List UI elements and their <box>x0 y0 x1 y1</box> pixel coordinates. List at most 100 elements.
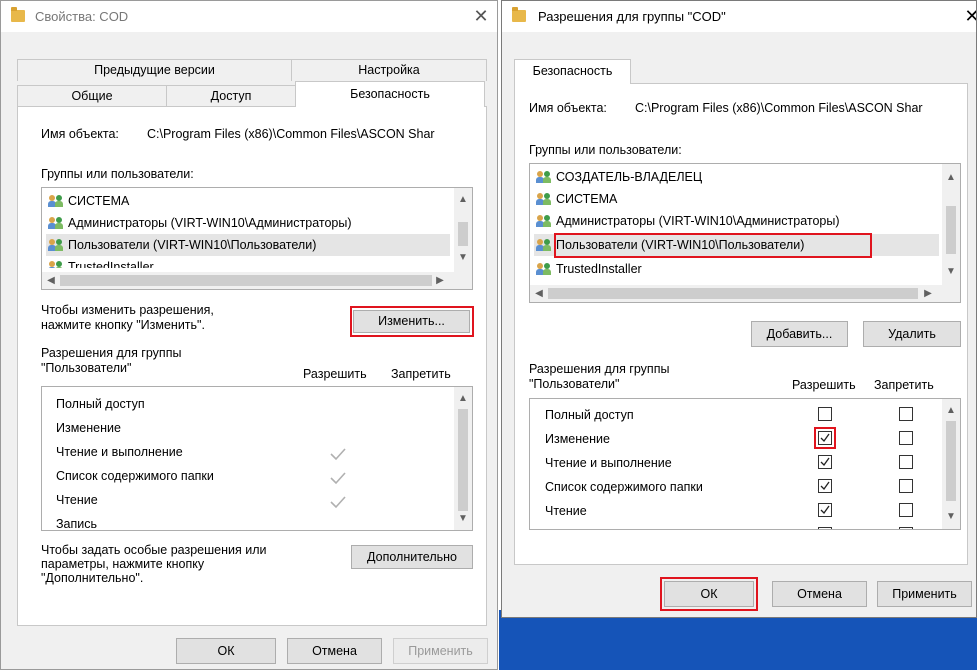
add-button[interactable]: Добавить... <box>751 321 848 347</box>
permission-name: Изменение <box>545 432 610 446</box>
users-icon <box>536 171 552 183</box>
permissions-group-label: "Пользователи" <box>41 361 132 375</box>
tab-security[interactable]: Безопасность <box>514 59 631 84</box>
allow-checkbox[interactable] <box>818 455 832 469</box>
tab-sharing[interactable]: Доступ <box>166 85 296 107</box>
deny-column-header: Запретить <box>874 378 934 392</box>
close-icon[interactable]: ✕ <box>467 5 495 27</box>
list-item[interactable]: Администраторы (VIRT-WIN10\Администратор… <box>534 210 843 232</box>
groups-listbox[interactable]: СИСТЕМА Администраторы (VIRT-WIN10\Админ… <box>41 187 473 290</box>
folder-icon <box>512 7 526 22</box>
list-item[interactable]: СИСТЕМА <box>534 188 620 210</box>
advanced-button[interactable]: Дополнительно <box>351 545 473 569</box>
users-icon <box>536 215 552 227</box>
window-title: Разрешения для группы "COD" <box>538 9 726 24</box>
allow-checkbox[interactable] <box>818 407 832 421</box>
scroll-thumb[interactable] <box>548 288 918 299</box>
deny-checkbox[interactable] <box>899 431 913 445</box>
deny-checkbox[interactable] <box>899 455 913 469</box>
groups-label: Группы или пользователи: <box>529 143 682 157</box>
highlight-box <box>814 427 836 449</box>
allow-column-header: Разрешить <box>792 378 856 392</box>
permission-name: Полный доступ <box>545 408 634 422</box>
scroll-thumb[interactable] <box>458 222 468 246</box>
scroll-thumb[interactable] <box>946 206 956 254</box>
list-item[interactable]: TrustedInstaller <box>534 258 645 280</box>
users-icon <box>536 263 552 275</box>
allow-checkbox[interactable] <box>818 503 832 517</box>
highlight-box <box>660 577 758 611</box>
title-bar[interactable]: Свойства: COD ✕ <box>1 1 497 32</box>
allow-checkbox[interactable] <box>818 527 832 529</box>
permission-name: Список содержимого папки <box>56 469 214 483</box>
apply-button[interactable]: Применить <box>877 581 972 607</box>
permissions-listbox: Полный доступ Изменение Чтение и выполне… <box>41 386 473 531</box>
scroll-down-icon[interactable]: ▼ <box>943 264 959 280</box>
scroll-right-icon[interactable]: ▶ <box>920 286 936 302</box>
users-icon <box>48 261 64 268</box>
vertical-scrollbar[interactable]: ▲ ▼ <box>454 188 472 272</box>
scroll-up-icon[interactable]: ▲ <box>943 403 959 419</box>
scroll-thumb[interactable] <box>458 409 468 511</box>
object-name-label: Имя объекта: <box>41 127 119 141</box>
vertical-scrollbar[interactable]: ▲ ▼ <box>942 164 960 285</box>
deny-checkbox[interactable] <box>899 407 913 421</box>
folder-icon <box>11 7 25 22</box>
checkmark-icon <box>820 457 830 467</box>
deny-checkbox[interactable] <box>899 527 913 529</box>
scroll-thumb[interactable] <box>946 421 956 501</box>
list-item[interactable]: Администраторы (VIRT-WIN10\Администратор… <box>46 212 355 234</box>
tab-general[interactable]: Общие <box>17 85 167 107</box>
scroll-up-icon[interactable]: ▲ <box>455 391 471 407</box>
horizontal-scrollbar[interactable]: ◀ ▶ <box>530 285 960 302</box>
group-name: СОЗДАТЕЛЬ-ВЛАДЕЛЕЦ <box>556 170 703 184</box>
permissions-label: Разрешения для группы <box>41 346 182 360</box>
permission-name: Список содержимого папки <box>545 480 703 494</box>
permission-name: Чтение и выполнение <box>545 456 672 470</box>
checkmark-icon <box>820 505 830 515</box>
vertical-scrollbar[interactable]: ▲ ▼ <box>454 387 472 530</box>
change-hint: Чтобы изменить разрешения, нажмите кнопк… <box>41 303 214 332</box>
users-icon <box>48 195 64 207</box>
group-name: СИСТЕМА <box>556 192 618 206</box>
deny-checkbox[interactable] <box>899 503 913 517</box>
permission-name: Чтение <box>56 493 98 507</box>
permissions-label: Разрешения для группы <box>529 362 670 376</box>
group-name: Пользователи (VIRT-WIN10\Пользователи) <box>68 238 317 252</box>
group-name: СИСТЕМА <box>68 194 130 208</box>
allow-checkbox[interactable] <box>818 479 832 493</box>
scroll-right-icon[interactable]: ▶ <box>432 273 448 289</box>
scroll-down-icon[interactable]: ▼ <box>943 509 959 525</box>
tab-previous-versions[interactable]: Предыдущие версии <box>17 59 292 81</box>
allow-checkmark-icon <box>330 496 346 509</box>
scroll-up-icon[interactable]: ▲ <box>455 192 471 208</box>
remove-button[interactable]: Удалить <box>863 321 961 347</box>
scroll-down-icon[interactable]: ▼ <box>455 250 471 266</box>
tab-security[interactable]: Безопасность <box>295 81 485 107</box>
scroll-up-icon[interactable]: ▲ <box>943 170 959 186</box>
list-item[interactable]: СОЗДАТЕЛЬ-ВЛАДЕЛЕЦ <box>534 166 705 188</box>
cancel-button[interactable]: Отмена <box>287 638 382 664</box>
horizontal-scrollbar[interactable]: ◀ ▶ <box>42 272 472 289</box>
users-icon <box>48 239 64 251</box>
list-item[interactable]: Пользователи (VIRT-WIN10\Пользователи) <box>46 234 450 256</box>
tab-customize[interactable]: Настройка <box>291 59 487 81</box>
desktop-background <box>499 610 977 670</box>
scroll-left-icon[interactable]: ◀ <box>43 273 59 289</box>
ok-button[interactable]: ОК <box>176 638 276 664</box>
list-item[interactable]: TrustedInstaller <box>46 256 157 268</box>
close-icon[interactable]: ✕ <box>958 5 976 27</box>
scroll-thumb[interactable] <box>60 275 432 286</box>
scroll-down-icon[interactable]: ▼ <box>455 511 471 527</box>
list-item[interactable]: СИСТЕМА <box>46 190 132 212</box>
groups-listbox[interactable]: СОЗДАТЕЛЬ-ВЛАДЕЛЕЦ СИСТЕМА Администратор… <box>529 163 961 303</box>
title-bar[interactable]: Разрешения для группы "COD" ✕ <box>502 1 976 32</box>
users-icon <box>48 217 64 229</box>
users-icon <box>536 239 552 251</box>
deny-checkbox[interactable] <box>899 479 913 493</box>
scroll-left-icon[interactable]: ◀ <box>531 286 547 302</box>
object-name-value: C:\Program Files (x86)\Common Files\ASCO… <box>147 127 435 141</box>
cancel-button[interactable]: Отмена <box>772 581 867 607</box>
group-name: Администраторы (VIRT-WIN10\Администратор… <box>68 216 352 230</box>
vertical-scrollbar[interactable]: ▲ ▼ <box>942 399 960 529</box>
